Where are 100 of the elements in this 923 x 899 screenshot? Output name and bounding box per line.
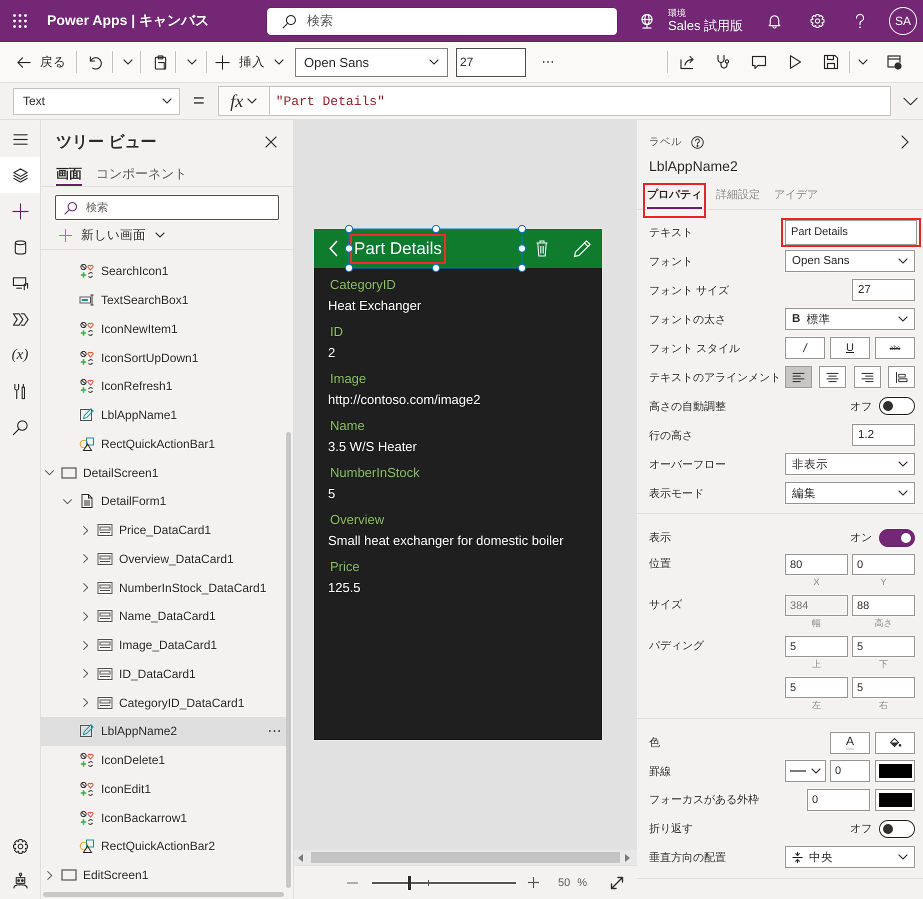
more-icon[interactable] bbox=[268, 729, 281, 734]
resize-handle-icon[interactable] bbox=[518, 244, 526, 253]
screen-title[interactable]: Part Details bbox=[350, 234, 446, 264]
tab[interactable]: コンポーネント bbox=[96, 164, 187, 186]
number-field[interactable]: 5 bbox=[852, 636, 915, 657]
resize-handle-icon[interactable] bbox=[518, 264, 526, 272]
avatar[interactable]: SA bbox=[889, 7, 917, 35]
expand-icon[interactable] bbox=[902, 96, 918, 106]
scroll-right-icon[interactable] bbox=[624, 854, 630, 862]
number-field[interactable]: 27 bbox=[852, 279, 915, 301]
resize-handle-icon[interactable] bbox=[518, 224, 526, 234]
resize-handle-icon[interactable] bbox=[432, 224, 440, 234]
new-screen-button[interactable]: 新しい画面 bbox=[41, 225, 165, 245]
tree-item[interactable]: IconNewItem1 bbox=[41, 314, 287, 344]
number-field[interactable]: 0 bbox=[852, 554, 915, 575]
share-icon[interactable] bbox=[679, 54, 695, 70]
trash-icon[interactable] bbox=[536, 240, 548, 257]
formula-field[interactable]: "Part Details" bbox=[270, 86, 891, 116]
vertical-scrollbar[interactable] bbox=[286, 432, 291, 888]
tree-item[interactable]: LblAppName2 bbox=[41, 717, 287, 746]
chevron-icon[interactable] bbox=[82, 553, 88, 564]
tree-item[interactable]: Image_DataCard1 bbox=[41, 630, 287, 660]
number-field[interactable]: 0 bbox=[830, 760, 870, 782]
settings-icon[interactable] bbox=[810, 13, 825, 29]
tree-item[interactable]: IconSortUpDown1 bbox=[41, 343, 287, 372]
tree-item[interactable]: CategoryID_DataCard1 bbox=[41, 688, 287, 717]
number-field[interactable]: 5 bbox=[785, 677, 848, 698]
comment-icon[interactable] bbox=[751, 54, 767, 70]
chevron-icon[interactable] bbox=[82, 640, 88, 651]
zoom-slider[interactable] bbox=[372, 874, 516, 890]
text-color-button[interactable]: A bbox=[830, 732, 870, 754]
search-field[interactable]: 検索 bbox=[55, 195, 279, 220]
tree-item[interactable]: LblAppName1 bbox=[41, 400, 287, 430]
italic-button[interactable]: / bbox=[785, 337, 825, 359]
line-style-dropdown[interactable] bbox=[785, 760, 826, 782]
font-size-field[interactable]: 27 bbox=[456, 48, 526, 76]
tree-item[interactable]: DetailScreen1 bbox=[41, 458, 287, 487]
number-field[interactable]: 88 bbox=[852, 595, 915, 616]
save-icon[interactable] bbox=[823, 54, 839, 70]
chevron-right-icon[interactable] bbox=[901, 135, 909, 149]
tree-item[interactable]: Overview_DataCard1 bbox=[41, 544, 287, 574]
tree-item[interactable]: EditScreen1 bbox=[41, 860, 287, 890]
search-field[interactable]: 検索 bbox=[267, 8, 617, 34]
back-button[interactable]: 戻る bbox=[12, 47, 70, 77]
dropdown[interactable]: B 標準 bbox=[785, 308, 915, 330]
help-icon[interactable] bbox=[853, 13, 867, 29]
number-field[interactable]: 5 bbox=[852, 677, 915, 698]
rail-button[interactable] bbox=[0, 157, 40, 193]
caret-icon[interactable] bbox=[858, 59, 868, 65]
tree-item[interactable]: SearchIcon1 bbox=[41, 257, 287, 286]
tree-item[interactable]: DetailForm1 bbox=[41, 487, 287, 516]
scroll-left-icon[interactable] bbox=[298, 854, 304, 862]
resize-handle-icon[interactable] bbox=[344, 244, 354, 253]
tree-item[interactable]: IconEdit1 bbox=[41, 774, 287, 804]
tree-item[interactable]: IconRefresh1 bbox=[41, 372, 287, 401]
chevron-icon[interactable] bbox=[82, 668, 88, 680]
chevron-icon[interactable] bbox=[82, 524, 88, 536]
number-field[interactable]: 1.2 bbox=[852, 424, 915, 446]
tree-item[interactable]: RectQuickActionBar2 bbox=[41, 832, 287, 861]
toggle-switch[interactable] bbox=[879, 397, 915, 415]
caret-icon[interactable] bbox=[187, 59, 197, 65]
horizontal-scrollbar[interactable] bbox=[311, 852, 620, 863]
toggle-switch[interactable] bbox=[879, 528, 915, 546]
align-right-button[interactable] bbox=[854, 366, 881, 388]
more-icon[interactable] bbox=[542, 60, 554, 64]
rail-button[interactable]: (x) bbox=[0, 337, 40, 373]
align-justify-button[interactable] bbox=[888, 366, 915, 388]
font-dropdown[interactable]: Open Sans bbox=[295, 48, 448, 76]
chevron-icon[interactable] bbox=[82, 610, 88, 622]
tree-item[interactable]: Price_DataCard1 bbox=[41, 516, 287, 544]
plus-icon[interactable] bbox=[528, 877, 539, 888]
caret-icon[interactable] bbox=[123, 59, 133, 65]
number-field[interactable]: 5 bbox=[785, 636, 848, 657]
help-icon[interactable] bbox=[691, 136, 704, 148]
bell-icon[interactable] bbox=[767, 13, 782, 29]
toggle-switch[interactable] bbox=[879, 820, 915, 838]
color-picker-button[interactable] bbox=[875, 788, 915, 811]
environment-button[interactable]: 環境 Sales 試用版 bbox=[639, 8, 744, 34]
tree-item[interactable]: ID_DataCard1 bbox=[41, 660, 287, 688]
tree-item[interactable]: IconDelete1 bbox=[41, 746, 287, 774]
stethoscope-icon[interactable] bbox=[715, 54, 731, 70]
chevron-icon[interactable] bbox=[82, 582, 88, 594]
resize-handle-icon[interactable] bbox=[432, 264, 440, 272]
tree-item[interactable]: TextSearchBox1 bbox=[41, 286, 287, 314]
clipboard-icon[interactable] bbox=[153, 54, 168, 70]
text-field[interactable]: Part Details bbox=[781, 218, 921, 246]
align-center-button[interactable] bbox=[819, 366, 846, 388]
insert-button[interactable]: 挿入 bbox=[212, 47, 287, 77]
color-picker-button[interactable] bbox=[875, 760, 915, 782]
tab[interactable]: プロパティ bbox=[643, 183, 706, 218]
number-field[interactable]: 0 bbox=[807, 788, 870, 811]
function-button[interactable]: fx bbox=[218, 86, 270, 116]
pencil-icon[interactable] bbox=[573, 239, 591, 258]
fill-color-button[interactable] bbox=[875, 732, 915, 754]
chevron-icon[interactable] bbox=[62, 498, 72, 505]
tab[interactable]: 画面 bbox=[56, 164, 82, 186]
number-field[interactable]: 80 bbox=[785, 554, 848, 575]
undo-icon[interactable] bbox=[88, 54, 103, 70]
publish-icon[interactable] bbox=[886, 54, 902, 70]
close-icon[interactable] bbox=[265, 136, 277, 148]
